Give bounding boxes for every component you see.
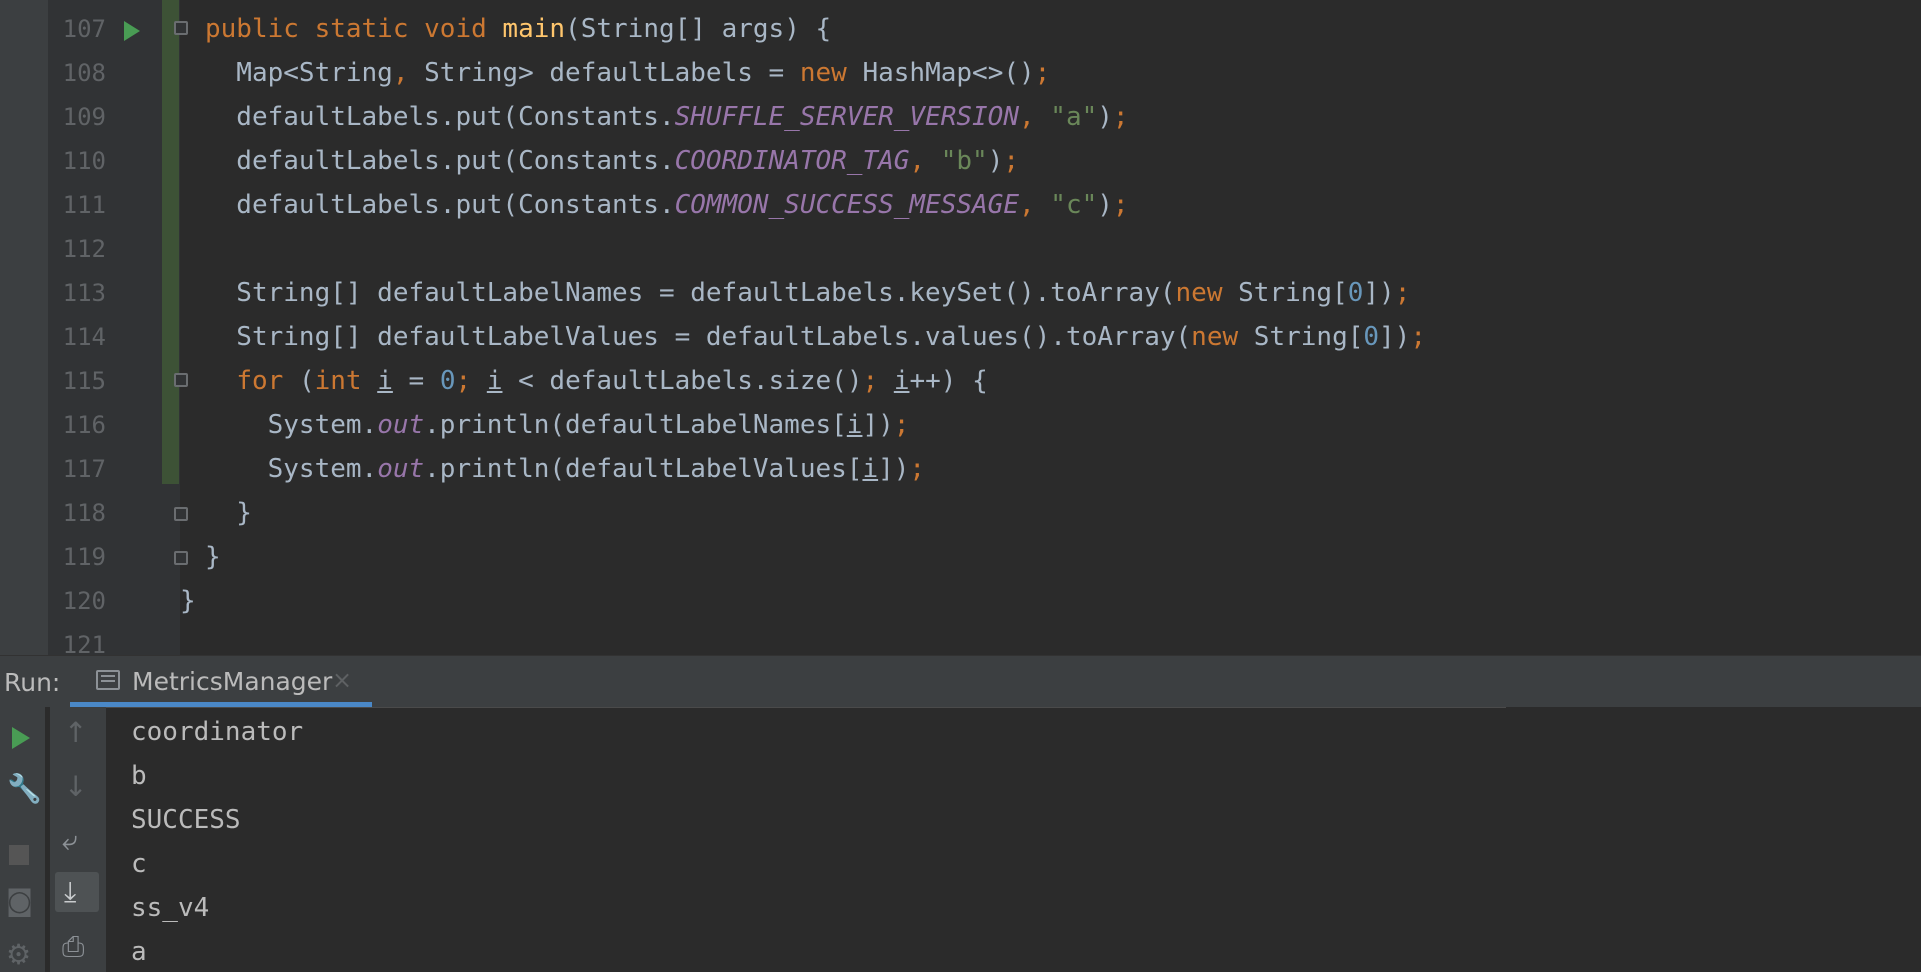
- code-text[interactable]: defaultLabels.put(Constants.SHUFFLE_SERV…: [205, 95, 1128, 139]
- close-icon[interactable]: ×: [332, 666, 352, 694]
- console-line: SUCCESS: [131, 805, 241, 835]
- line-number: 115: [62, 367, 106, 395]
- code-text[interactable]: defaultLabels.put(Constants.COMMON_SUCCE…: [205, 183, 1128, 227]
- code-line[interactable]: 107 public static void main(String[] args…: [0, 7, 1921, 51]
- code-text[interactable]: for (int i = 0; i < defaultLabels.size()…: [205, 359, 987, 403]
- line-number: 117: [62, 455, 106, 483]
- line-number: 111: [62, 191, 106, 219]
- camera-icon[interactable]: ◙: [6, 885, 33, 917]
- code-line[interactable]: 108 Map<String, String> defaultLabels = …: [0, 51, 1921, 95]
- console-line: c: [131, 849, 147, 879]
- arrow-up-icon[interactable]: ↑: [64, 717, 87, 749]
- code-text[interactable]: String[] defaultLabelValues = defaultLab…: [205, 315, 1426, 359]
- run-toolbar-primary: 🔧 ◙ ⚙: [0, 707, 45, 972]
- scroll-to-end-button[interactable]: ⤓: [55, 872, 99, 912]
- stop-icon[interactable]: [9, 845, 29, 865]
- code-line[interactable]: 119}: [0, 535, 1921, 579]
- fold-collapse-icon[interactable]: [174, 21, 188, 35]
- line-number: 110: [62, 147, 106, 175]
- code-line[interactable]: 109 defaultLabels.put(Constants.SHUFFLE_…: [0, 95, 1921, 139]
- soft-wrap-icon[interactable]: ⤶: [62, 825, 78, 857]
- code-text[interactable]: System.out.println(defaultLabelValues[i]…: [205, 447, 925, 491]
- code-text[interactable]: }: [180, 579, 196, 623]
- line-number: 113: [62, 279, 106, 307]
- line-number: 109: [62, 103, 106, 131]
- code-text[interactable]: defaultLabels.put(Constants.COORDINATOR_…: [205, 139, 1019, 183]
- console-line: a: [131, 937, 147, 967]
- console-line: coordinator: [131, 717, 304, 747]
- line-number: 112: [62, 235, 106, 263]
- code-text[interactable]: String[] defaultLabelNames = defaultLabe…: [205, 271, 1410, 315]
- code-line[interactable]: 115 for (int i = 0; i < defaultLabels.si…: [0, 359, 1921, 403]
- code-editor[interactable]: 107 public static void main(String[] args…: [0, 0, 1921, 655]
- line-number: 108: [62, 59, 106, 87]
- wrench-icon[interactable]: 🔧: [7, 773, 42, 805]
- code-line[interactable]: 120}: [0, 579, 1921, 623]
- run-label: Run:: [4, 668, 61, 697]
- line-number: 120: [62, 587, 106, 615]
- code-text[interactable]: Map<String, String> defaultLabels = new …: [205, 51, 1050, 95]
- line-number: 116: [62, 411, 106, 439]
- run-console: 🔧 ◙ ⚙ ↑ ↓ ⤶ ⤓ ⎙ coordinator b SUCCESS c ss_v…: [0, 707, 1921, 972]
- fold-end-icon[interactable]: [174, 551, 188, 565]
- code-line[interactable]: 116 System.out.println(defaultLabelNames…: [0, 403, 1921, 447]
- console-line: b: [131, 761, 147, 791]
- console-top-divider: [106, 707, 1506, 708]
- code-line[interactable]: 118 }: [0, 491, 1921, 535]
- play-icon[interactable]: [12, 727, 30, 749]
- fold-collapse-icon[interactable]: [174, 373, 188, 387]
- code-line[interactable]: 112: [0, 227, 1921, 271]
- gear-icon[interactable]: ⚙: [6, 939, 31, 971]
- code-text[interactable]: System.out.println(defaultLabelNames[i])…: [205, 403, 910, 447]
- code-text[interactable]: public static void main(String[] args) {: [205, 7, 831, 51]
- arrow-down-icon[interactable]: ↓: [64, 771, 87, 803]
- print-icon[interactable]: ⎙: [62, 931, 84, 963]
- line-number: 107: [62, 15, 106, 43]
- code-line[interactable]: 113 String[] defaultLabelNames = default…: [0, 271, 1921, 315]
- console-line: ss_v4: [131, 893, 210, 923]
- line-number: 118: [62, 499, 106, 527]
- line-number: 121: [62, 631, 106, 655]
- ide-window: 107 public static void main(String[] args…: [0, 0, 1921, 972]
- fold-end-icon[interactable]: [174, 507, 188, 521]
- tab-metrics-manager[interactable]: MetricsManager ×: [70, 656, 372, 708]
- scroll-to-end-icon: ⤓: [64, 875, 77, 908]
- code-text[interactable]: }: [205, 535, 221, 579]
- code-line[interactable]: 114 String[] defaultLabelValues = defaul…: [0, 315, 1921, 359]
- run-toolwindow-header: Run: MetricsManager ×: [0, 655, 1921, 708]
- code-line[interactable]: 110 defaultLabels.put(Constants.COORDINA…: [0, 139, 1921, 183]
- code-line[interactable]: 117 System.out.println(defaultLabelValue…: [0, 447, 1921, 491]
- console-icon: [96, 670, 120, 690]
- run-icon[interactable]: [124, 21, 140, 41]
- code-line[interactable]: 111 defaultLabels.put(Constants.COMMON_S…: [0, 183, 1921, 227]
- tab-label: MetricsManager: [132, 667, 333, 696]
- code-text[interactable]: }: [205, 491, 252, 535]
- line-number: 119: [62, 543, 106, 571]
- line-number: 114: [62, 323, 106, 351]
- code-line[interactable]: 121: [0, 623, 1921, 655]
